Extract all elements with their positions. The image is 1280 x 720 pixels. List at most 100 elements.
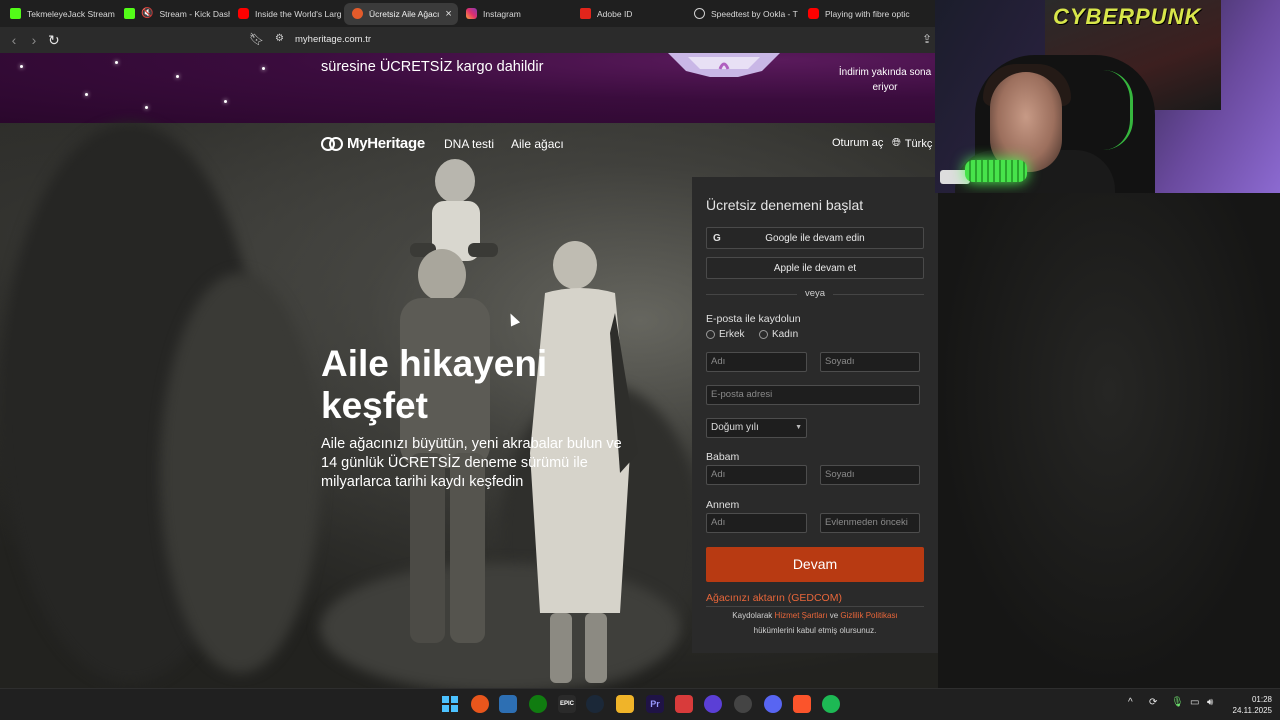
site-info-icon[interactable]: ⚙︎ [275,33,284,44]
foliage [160,273,320,673]
tab-label: Ücretsiz Aile Ağacı [369,8,440,19]
logo-text: MyHeritage [347,135,425,152]
epic-games-icon[interactable]: EPIC [558,695,576,713]
reload-icon[interactable]: ↻ [48,32,60,49]
tab-instagram[interactable]: Instagram [458,3,572,25]
tab-label: Speedtest by Ookla - T [711,8,798,19]
screen: TekmeleyeJack Stream 🔇 Stream - Kick Das… [0,0,1280,720]
premiere-pro-icon[interactable]: Pr [646,695,664,713]
language-label: Türkç [904,137,933,150]
father-first-name-input[interactable]: Adı [706,465,807,485]
signup-title: Ücretsiz denemeni başlat [706,197,864,213]
divider [706,606,924,607]
terms-text: Kaydolarak Hizmet Şartları ve Gizlilik P… [706,608,924,638]
tab-kick-dashboard[interactable]: 🔇 Stream - Kick Dash [116,3,230,25]
bookmark-icon[interactable]: 🔖︎ [249,32,264,46]
language-selector[interactable]: 🌐︎ Türkç [892,137,932,150]
google-signin-button[interactable]: G Google ile devam edin [706,227,924,249]
first-name-input[interactable]: Adı [706,352,807,372]
file-explorer-icon[interactable] [616,695,634,713]
kick-icon [10,8,21,19]
privacy-policy-link[interactable]: Gizlilik Politikası [840,611,897,620]
youtube-icon [808,8,819,19]
gift-box-icon [668,53,780,77]
tab-label: Inside the World's Larg [255,8,342,19]
or-text: veya [797,288,833,299]
tab-inside-world[interactable]: Inside the World's Larg [230,3,344,25]
app-icon[interactable] [471,695,489,713]
xbox-icon[interactable] [529,695,547,713]
apple-button-label: Apple ile devam et [773,262,857,274]
back-icon[interactable]: ‹ [4,32,24,48]
windows-start-icon[interactable] [441,695,459,713]
tab-label: Playing with fibre optic [825,8,910,19]
sparkle [85,93,88,96]
nav-dna-test[interactable]: DNA testi [444,137,494,151]
continue-button[interactable]: Devam [706,547,924,582]
login-link[interactable]: Oturum aç [832,137,883,149]
muted-speaker-icon: 🔇 [141,8,154,19]
mother-maiden-name-input[interactable]: Evlenmeden önceki [820,513,920,533]
father-last-name-input[interactable]: Soyadı [820,465,920,485]
poster-text: CYBERPUNK [1053,4,1202,29]
email-section-label: E-posta ile kaydolun [706,313,801,325]
promo-countdown-text: İndirim yakında sona eriyor [838,67,932,93]
gender-male-radio[interactable]: Erkek [706,329,745,340]
mother-first-name-input[interactable]: Adı [706,513,807,533]
sparkle [176,75,179,78]
tab-tekmeleyejack[interactable]: TekmeleyeJack Stream [2,3,116,25]
tab-label: Instagram [483,8,521,19]
chevron-down-icon: ▼ [795,424,802,431]
app-icon[interactable] [675,695,693,713]
close-tab-icon[interactable]: × [445,8,451,20]
webcam-overlay: CYBERPUNK [935,0,1280,193]
kick-icon [124,8,135,19]
last-name-input[interactable]: Soyadı [820,352,920,372]
forward-icon[interactable]: › [24,32,44,48]
remote-desktop-icon[interactable] [499,695,517,713]
microphone-icon[interactable]: 🎙︎ [1171,697,1184,708]
google-icon: G [713,232,721,244]
adobe-icon [580,8,591,19]
hero-subline: Aile ağacınızı büyütün, yeni akrabalar b… [321,436,622,490]
network-icon[interactable]: ▭ [1190,697,1199,708]
globe-icon: 🌐︎ [892,137,901,149]
apple-signin-button[interactable]: Apple ile devam et [706,257,924,279]
promo-text: süresine ÜCRETSİZ kargo dahildir [321,59,544,75]
birth-year-select[interactable]: Doğum yılı ▼ [706,418,807,438]
tab-speedtest[interactable]: Speedtest by Ookla - T [686,3,800,25]
terms-and: ve [829,611,839,620]
gender-female-radio[interactable]: Kadın [759,329,798,340]
tab-adobe[interactable]: Adobe ID [572,3,686,25]
radio-circle [759,330,768,339]
tab-label: Stream - Kick Dash [159,8,230,19]
discord-icon[interactable] [764,695,782,713]
terms-of-service-link[interactable]: Hizmet Şartları [775,611,828,620]
windows-taskbar: EPIC Pr ^ ⟳ 🎙︎ ▭ 🔊︎ 01:28 24.11.2025 [0,688,1280,720]
tab-myheritage[interactable]: Ücretsiz Aile Ağacı × [344,2,458,25]
terms-suffix: hükümlerini kabul etmiş olursunuz. [753,626,877,635]
email-input[interactable]: E-posta adresi [706,385,920,405]
myheritage-logo[interactable]: MyHeritage [321,135,425,152]
father-label: Babam [706,451,740,463]
spotify-icon[interactable] [822,695,840,713]
sparkle [224,100,227,103]
url-field[interactable]: myheritage.com.tr [295,34,371,45]
gender-female-label: Kadın [772,329,799,340]
signup-panel: Ücretsiz denemeni başlat G Google ile de… [692,177,938,653]
steam-icon[interactable] [586,695,604,713]
terms-prefix: Kaydolarak [732,611,773,620]
sync-icon[interactable]: ⟳ [1149,697,1157,708]
app-icon[interactable] [704,695,722,713]
nav-family-tree[interactable]: Aile ağacı [511,137,564,151]
chevron-up-icon[interactable]: ^ [1128,697,1133,708]
volume-icon[interactable]: 🔊︎ [1207,697,1213,708]
import-gedcom-link[interactable]: Ağacınızı aktarın (GEDCOM) [706,592,842,604]
share-icon[interactable]: ⇪ [922,32,932,46]
youtube-icon [238,8,249,19]
brave-browser-icon[interactable] [793,695,811,713]
system-clock[interactable]: 01:28 24.11.2025 [1226,694,1272,716]
hero-headline: Aile hikayeni keşfet [321,343,548,426]
app-icon[interactable] [734,695,752,713]
tab-fibre-optic[interactable]: Playing with fibre optic [800,3,914,25]
